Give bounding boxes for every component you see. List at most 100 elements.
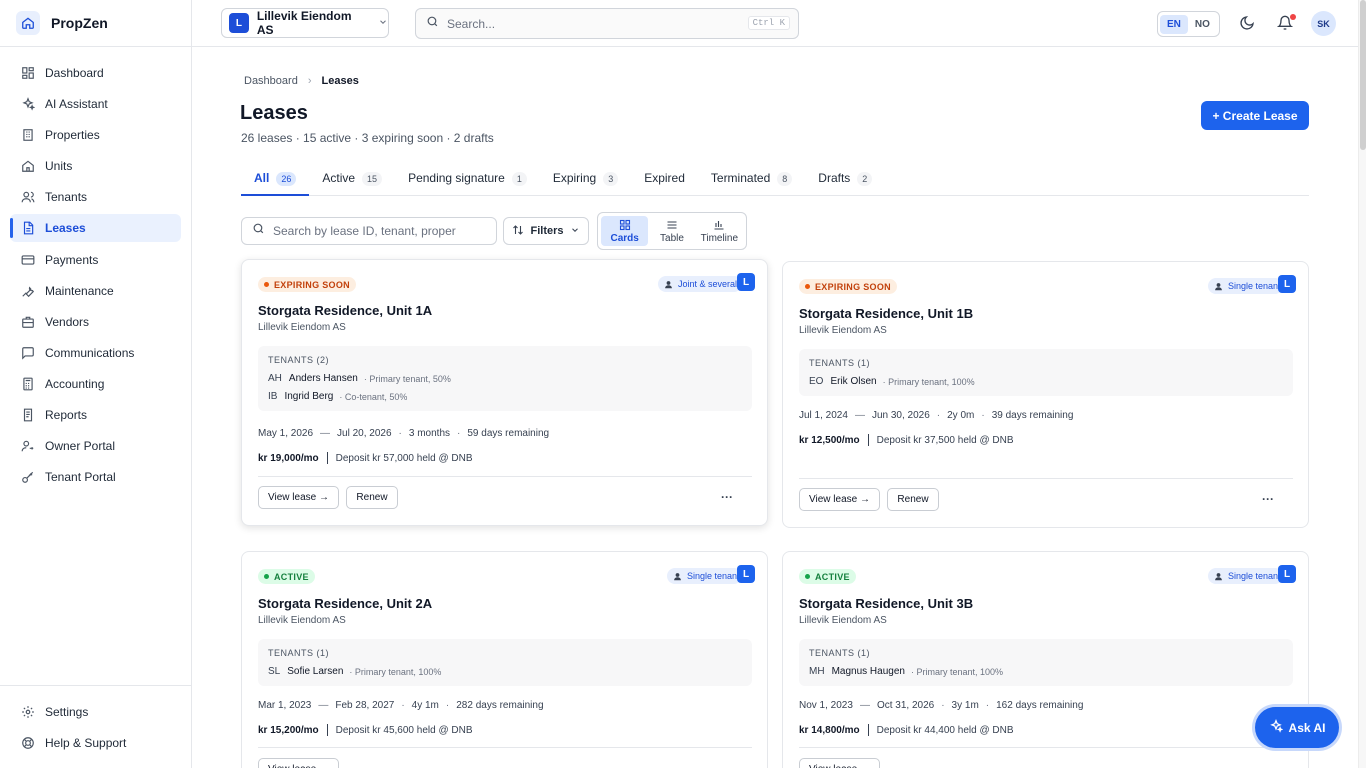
tab-terminated[interactable]: Terminated 8 <box>698 166 805 196</box>
scrollbar-thumb[interactable] <box>1360 0 1366 150</box>
search-icon <box>252 222 265 240</box>
lease-card[interactable]: EXPIRING SOON Joint & several L Storgata… <box>241 259 768 526</box>
message-icon <box>20 345 35 360</box>
sidebar-item-reports[interactable]: Reports <box>10 401 181 429</box>
breadcrumb-root[interactable]: Dashboard <box>244 75 298 87</box>
tenant-initials: AH <box>268 373 282 384</box>
view-lease-button[interactable]: View lease → <box>799 488 880 511</box>
ask-ai-button[interactable]: Ask AI <box>1255 707 1339 748</box>
sidebar-item-accounting[interactable]: Accounting <box>10 370 181 398</box>
wrench-icon <box>20 283 35 298</box>
sparkle-icon <box>1269 719 1283 736</box>
cards-icon <box>619 219 631 231</box>
lease-financials: kr 12,500/mo Deposit kr 37,500 held @ DNB <box>799 434 1014 446</box>
lease-owner: Lillevik Eiendom AS <box>799 325 887 336</box>
tenant-name[interactable]: Magnus Haugen <box>832 666 905 677</box>
breadcrumb-current: Leases <box>321 75 359 87</box>
tenant-row: MH Magnus Haugen · Primary tenant, 100% <box>809 666 1283 677</box>
org-name: Lillevik Eiendom AS <box>256 9 352 37</box>
avatar[interactable]: SK <box>1311 11 1336 36</box>
sidebar-item-dashboard[interactable]: Dashboard <box>10 59 181 87</box>
moon-icon[interactable] <box>1239 15 1257 33</box>
lease-search-input[interactable] <box>273 224 493 238</box>
lease-search[interactable] <box>241 217 497 245</box>
tab-drafts[interactable]: Drafts 2 <box>805 166 885 196</box>
sidebar-item-leases[interactable]: Leases <box>10 214 181 243</box>
view-lease-button[interactable]: View lease → <box>799 758 880 768</box>
view-lease-button[interactable]: View lease → <box>258 486 339 509</box>
sidebar-item-label: Leases <box>45 221 86 236</box>
sidebar-item-label: AI Assistant <box>45 97 108 112</box>
tab-count: 1 <box>511 172 527 186</box>
person-icon <box>664 280 673 289</box>
sidebar-item-ai-assistant[interactable]: AI Assistant <box>10 90 181 118</box>
tenant-role: · Primary tenant, 100% <box>882 376 975 387</box>
tenant-name[interactable]: Sofie Larsen <box>287 666 343 677</box>
tenant-name[interactable]: Erik Olsen <box>830 376 876 387</box>
person-icon <box>1214 282 1223 291</box>
sidebar-item-units[interactable]: Units <box>10 152 181 180</box>
page-scrollbar[interactable] <box>1358 0 1366 768</box>
monthly-rent: kr 19,000/mo <box>258 452 319 464</box>
tenant-role: · Co-tenant, 50% <box>339 391 408 402</box>
status-badge: ACTIVE <box>258 569 315 584</box>
sidebar-item-tenants[interactable]: Tenants <box>10 183 181 211</box>
sidebar-item-tenant-portal[interactable]: Tenant Portal <box>10 463 181 491</box>
chevron-down-icon <box>570 225 580 237</box>
tenants-box: TENANTS (1) SL Sofie Larsen · Primary te… <box>258 639 752 686</box>
sidebar-item-maintenance[interactable]: Maintenance <box>10 277 181 305</box>
sidebar-item-label: Vendors <box>45 314 90 329</box>
sidebar: PropZen Dashboard AI Assistant Propertie… <box>0 0 192 768</box>
brand[interactable]: PropZen <box>0 0 191 47</box>
org-switcher[interactable]: L Lillevik Eiendom AS <box>221 8 389 38</box>
lease-card[interactable]: ACTIVE Single tenant L Storgata Residenc… <box>782 551 1309 768</box>
sidebar-item-label: Tenants <box>45 190 88 205</box>
tab-label: Active <box>322 171 356 185</box>
renew-button[interactable]: Renew <box>887 488 939 511</box>
report-icon <box>20 408 35 423</box>
tenants-box: TENANTS (2) AH Anders Hansen · Primary t… <box>258 346 752 411</box>
lease-owner: Lillevik Eiendom AS <box>258 322 346 333</box>
tab-label: Expiring <box>552 171 597 185</box>
building-icon <box>20 128 35 143</box>
key-icon <box>20 470 35 485</box>
sidebar-item-settings[interactable]: Settings <box>10 698 181 726</box>
tab-active[interactable]: Active 15 <box>309 166 395 196</box>
more-options-icon[interactable]: ··· <box>1262 492 1274 506</box>
tenant-name[interactable]: Ingrid Berg <box>284 391 333 402</box>
global-search[interactable]: Ctrl K <box>415 8 799 39</box>
renew-button[interactable]: Renew <box>346 486 398 509</box>
sidebar-item-owner-portal[interactable]: Owner Portal <box>10 432 181 460</box>
view-timeline-button[interactable]: Timeline <box>696 216 743 246</box>
lang-no-button[interactable]: NO <box>1188 15 1217 34</box>
ask-ai-label: Ask AI <box>1288 720 1326 735</box>
lang-en-button[interactable]: EN <box>1160 14 1188 34</box>
deposit-info: Deposit kr 45,600 held @ DNB <box>335 724 473 736</box>
sidebar-item-label: Communications <box>45 345 135 360</box>
sidebar-item-communications[interactable]: Communications <box>10 339 181 367</box>
sidebar-item-properties[interactable]: Properties <box>10 121 181 149</box>
sidebar-item-vendors[interactable]: Vendors <box>10 308 181 336</box>
create-lease-button[interactable]: + Create Lease <box>1201 101 1309 130</box>
status-badge: EXPIRING SOON <box>799 279 897 294</box>
tab-expired[interactable]: Expired <box>631 166 698 196</box>
view-table-button[interactable]: Table <box>648 216 695 246</box>
sidebar-item-help[interactable]: Help & Support <box>10 729 181 757</box>
user-key-icon <box>20 439 35 454</box>
tab-pending-signature[interactable]: Pending signature 1 <box>395 166 540 196</box>
person-icon <box>673 572 682 581</box>
tab-label: All <box>254 171 270 185</box>
sidebar-item-payments[interactable]: Payments <box>10 246 181 274</box>
more-options-icon[interactable]: ··· <box>721 490 733 504</box>
tab-all[interactable]: All 26 <box>241 166 310 196</box>
lease-card[interactable]: EXPIRING SOON Single tenant L Storgata R… <box>782 261 1309 528</box>
tab-count: 2 <box>857 172 873 186</box>
tenant-name[interactable]: Anders Hansen <box>289 373 358 384</box>
tab-expiring[interactable]: Expiring 3 <box>540 166 631 196</box>
divider <box>799 478 1293 479</box>
view-lease-button[interactable]: View lease → <box>258 758 339 768</box>
filters-button[interactable]: Filters <box>503 217 589 245</box>
lease-card[interactable]: ACTIVE Single tenant L Storgata Residenc… <box>241 551 768 768</box>
search-input[interactable] <box>447 16 747 31</box>
view-cards-button[interactable]: Cards <box>601 216 649 246</box>
